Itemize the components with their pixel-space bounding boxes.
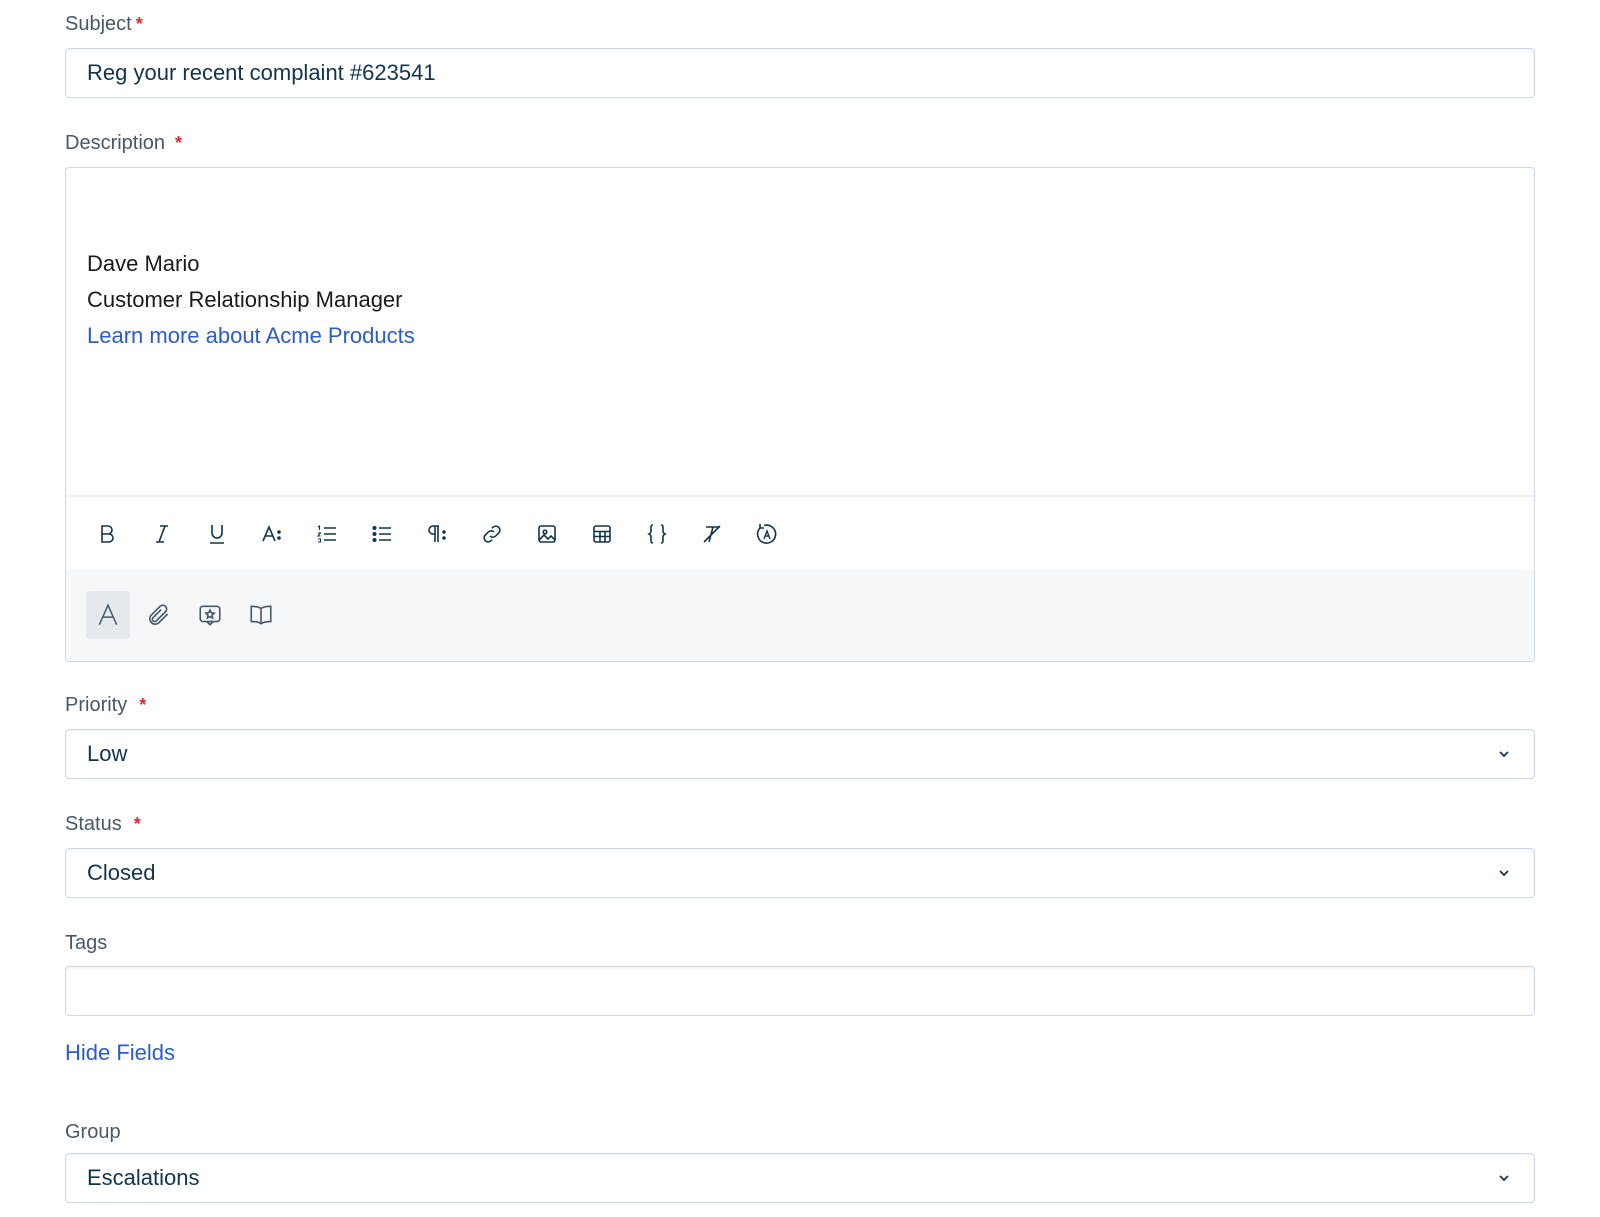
editor-content[interactable]: Dave Mario Customer Relationship Manager… bbox=[87, 246, 415, 354]
table-icon[interactable] bbox=[587, 519, 617, 549]
chevron-down-icon bbox=[1499, 870, 1509, 877]
chevron-down-icon bbox=[1499, 1175, 1509, 1182]
signature-name: Dave Mario bbox=[87, 251, 200, 276]
subject-input-value: Reg your recent complaint #623541 bbox=[87, 60, 436, 85]
group-select[interactable]: Escalations bbox=[65, 1153, 1535, 1203]
italic-icon[interactable] bbox=[147, 519, 177, 549]
canned-response-icon[interactable] bbox=[188, 591, 232, 639]
required-mark: * bbox=[135, 14, 143, 34]
group-select-value: Escalations bbox=[87, 1165, 200, 1190]
chevron-down-icon bbox=[1499, 751, 1509, 758]
link-icon[interactable] bbox=[477, 519, 507, 549]
clear-format-icon[interactable] bbox=[697, 519, 727, 549]
hide-fields-link[interactable]: Hide Fields bbox=[65, 1040, 175, 1066]
bold-icon[interactable] bbox=[92, 519, 122, 549]
priority-label: Priority * bbox=[65, 694, 147, 716]
text-format-icon[interactable] bbox=[86, 591, 130, 639]
image-icon[interactable] bbox=[532, 519, 562, 549]
attachment-icon[interactable] bbox=[137, 591, 181, 639]
description-editor[interactable]: Dave Mario Customer Relationship Manager… bbox=[65, 167, 1535, 662]
status-select[interactable]: Closed bbox=[65, 848, 1535, 898]
tags-input[interactable] bbox=[65, 966, 1535, 1016]
status-label: Status * bbox=[65, 813, 141, 835]
required-mark: * bbox=[139, 695, 147, 715]
status-select-value: Closed bbox=[87, 860, 156, 885]
description-label: Description * bbox=[65, 132, 183, 154]
spell-check-icon[interactable] bbox=[752, 519, 782, 549]
required-mark: * bbox=[175, 133, 183, 153]
editor-bottom-bar bbox=[66, 570, 1534, 661]
priority-select[interactable]: Low bbox=[65, 729, 1535, 779]
editor-toolbar bbox=[66, 495, 1534, 570]
subject-input[interactable]: Reg your recent complaint #623541 bbox=[65, 48, 1535, 98]
required-mark: * bbox=[133, 814, 141, 834]
tags-label: Tags bbox=[65, 932, 108, 954]
group-label: Group bbox=[65, 1121, 121, 1143]
priority-select-value: Low bbox=[87, 741, 128, 766]
signature-link[interactable]: Learn more about Acme Products bbox=[87, 318, 415, 354]
font-size-icon[interactable] bbox=[257, 519, 287, 549]
knowledge-base-icon[interactable] bbox=[239, 591, 283, 639]
bulleted-list-icon[interactable] bbox=[367, 519, 397, 549]
underline-icon[interactable] bbox=[202, 519, 232, 549]
subject-label: Subject * bbox=[65, 13, 143, 35]
paragraph-format-icon[interactable] bbox=[422, 519, 452, 549]
code-icon[interactable] bbox=[642, 519, 672, 549]
numbered-list-icon[interactable] bbox=[312, 519, 342, 549]
signature-title: Customer Relationship Manager bbox=[87, 287, 403, 312]
